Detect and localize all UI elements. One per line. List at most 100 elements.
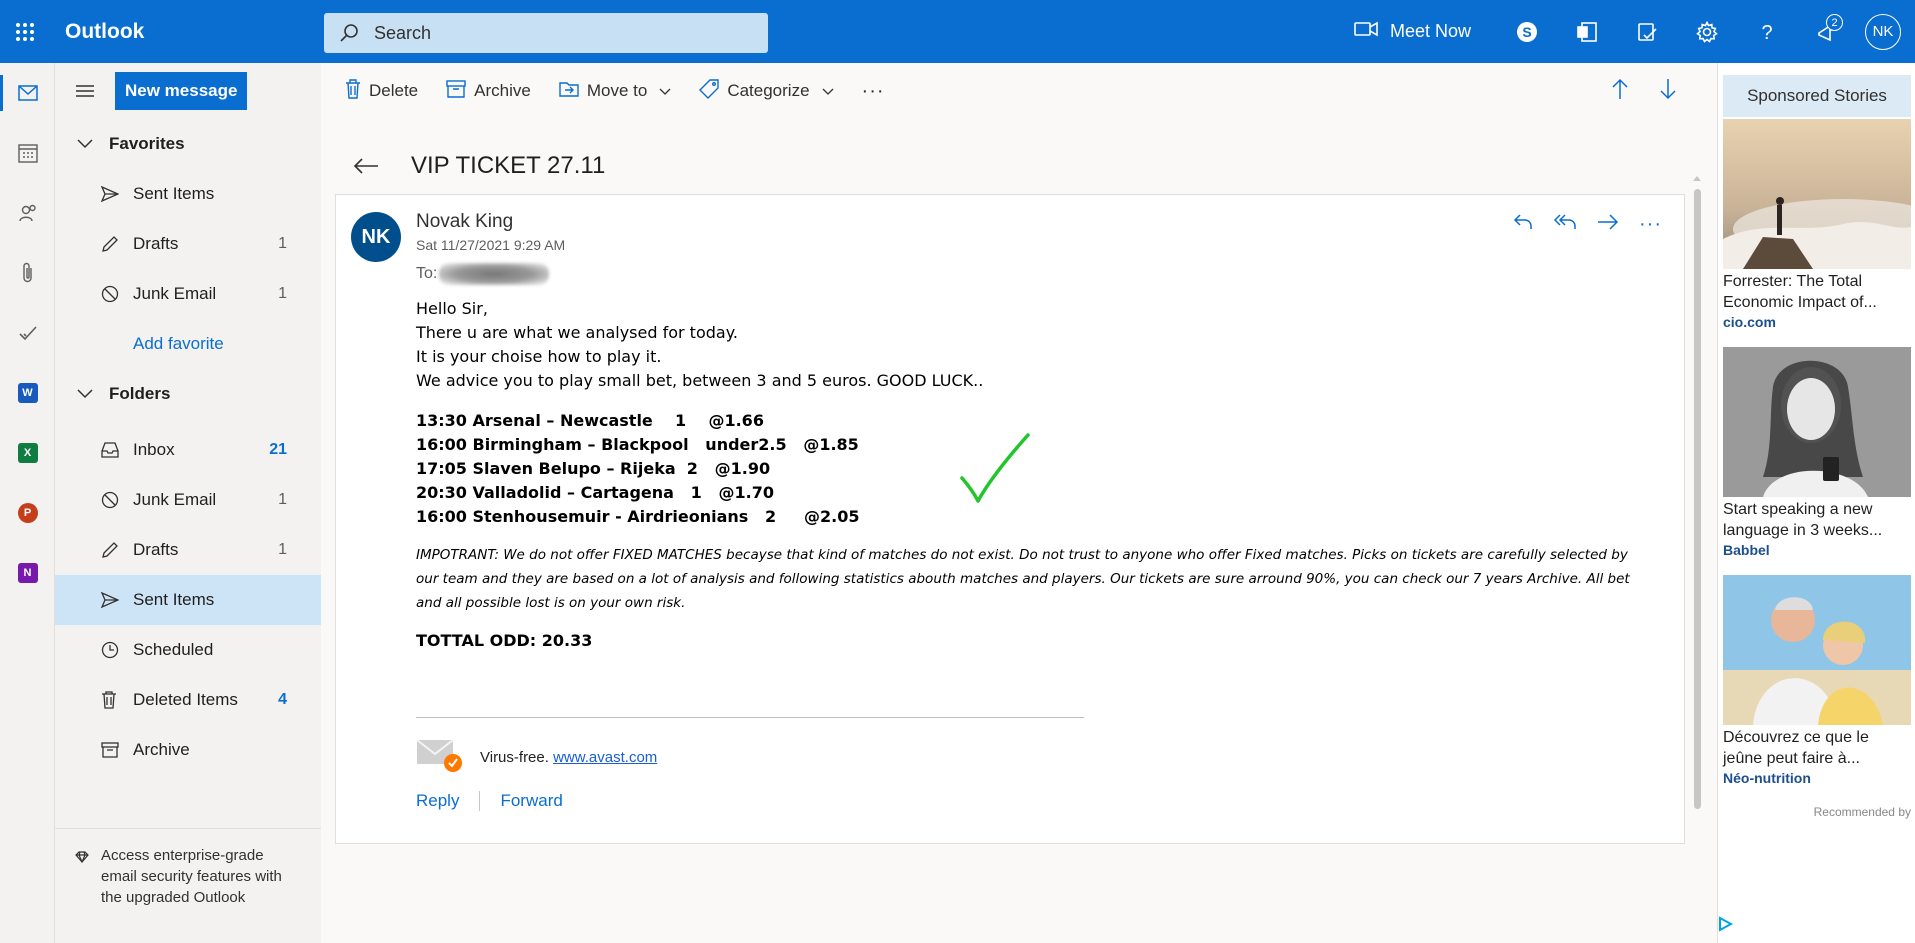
diamond-icon — [75, 845, 89, 943]
ad-title: Start speaking a new language in 3 weeks… — [1723, 501, 1883, 539]
greeting: Hello Sir, — [416, 299, 488, 318]
sender-avatar[interactable]: NK — [351, 212, 401, 262]
my-day-icon[interactable] — [1617, 0, 1677, 63]
folder-drafts[interactable]: Drafts 1 — [55, 525, 321, 575]
svg-text:S: S — [1522, 24, 1531, 40]
ad-item[interactable]: Découvrez ce que le jeûne peut faire à..… — [1723, 575, 1911, 786]
signature-divider — [416, 717, 1084, 718]
chevron-down-icon — [77, 384, 93, 404]
divider — [479, 791, 481, 811]
categorize-button[interactable]: Categorize — [699, 78, 833, 104]
app-title[interactable]: Outlook — [50, 20, 310, 44]
folder-deleted-items[interactable]: Deleted Items 4 — [55, 675, 321, 725]
more-options-icon[interactable]: ··· — [1639, 213, 1662, 236]
mail-icon[interactable] — [0, 63, 55, 123]
chevron-down-icon — [659, 81, 671, 101]
add-favorite-link[interactable]: Add favorite — [55, 319, 321, 369]
search-icon — [324, 23, 374, 43]
sender-name[interactable]: Novak King — [416, 211, 513, 233]
skype-icon[interactable]: S — [1497, 0, 1557, 63]
to-label: To: — [416, 265, 438, 282]
send-icon — [101, 186, 123, 202]
meet-now-label: Meet Now — [1389, 21, 1471, 41]
ad-item[interactable]: Forrester: The Total Economic Impact of.… — [1723, 119, 1911, 330]
office-feed-icon[interactable] — [1557, 0, 1617, 63]
chevron-down-icon — [77, 134, 93, 154]
back-arrow-icon[interactable] — [321, 157, 411, 175]
ad-source: Babbel — [1723, 542, 1770, 558]
command-bar: Delete Archive Move to Categorize ··· — [321, 63, 1717, 119]
settings-icon[interactable] — [1677, 0, 1737, 63]
calendar-icon[interactable] — [0, 123, 55, 183]
move-folder-icon — [559, 80, 579, 103]
move-to-button[interactable]: Move to — [559, 80, 671, 103]
scrollbar-thumb[interactable] — [1694, 189, 1701, 809]
folder-archive[interactable]: Archive — [55, 725, 321, 775]
sent-date: Sat 11/27/2021 9:29 AM — [416, 237, 566, 253]
forward-icon[interactable] — [1597, 213, 1619, 236]
message-card: NK Novak King Sat 11/27/2021 9:29 AM To:… — [335, 194, 1685, 844]
account-avatar[interactable]: NK — [1865, 13, 1901, 50]
redacted-recipient — [439, 263, 550, 285]
onenote-icon[interactable]: N — [0, 543, 55, 603]
arrow-up-icon[interactable] — [1611, 78, 1629, 105]
body-line: There u are what we analysed for today. — [416, 323, 738, 342]
total-odd: TOTTAL ODD: 20.33 — [416, 631, 593, 650]
send-icon — [101, 592, 123, 608]
adchoices-icon[interactable] — [1717, 916, 1733, 932]
more-actions-button[interactable]: ··· — [862, 80, 885, 103]
favorite-drafts[interactable]: Drafts 1 — [55, 219, 321, 269]
powerpoint-icon[interactable]: P — [0, 483, 55, 543]
body-line: It is your choise how to play it. — [416, 347, 662, 366]
archive-button[interactable]: Archive — [446, 79, 531, 103]
delete-button[interactable]: Delete — [345, 78, 418, 104]
folders-label: Folders — [109, 384, 171, 403]
folders-header[interactable]: Folders — [55, 369, 321, 419]
attachment-icon[interactable] — [0, 243, 55, 303]
help-icon[interactable]: ? — [1737, 0, 1797, 63]
notification-badge: 2 — [1826, 14, 1843, 31]
favorite-junk-email[interactable]: Junk Email 1 — [55, 269, 321, 319]
body-line: We advice you to play small bet, between… — [416, 371, 984, 390]
word-icon[interactable]: W — [0, 363, 55, 423]
folder-sent-items[interactable]: Sent Items — [55, 575, 321, 625]
arrow-down-icon[interactable] — [1659, 78, 1677, 105]
tag-icon — [699, 78, 720, 104]
scroll-up-icon[interactable] — [1692, 174, 1702, 182]
reply-all-icon[interactable] — [1553, 213, 1577, 236]
ad-source: Néo-nutrition — [1723, 770, 1811, 786]
reading-pane: VIP TICKET 27.11 NK Novak King Sat 11/27… — [321, 119, 1717, 943]
todo-icon[interactable] — [0, 303, 55, 363]
reply-button[interactable]: Reply — [416, 791, 459, 811]
search-box[interactable]: Search — [324, 13, 768, 53]
hamburger-menu-icon[interactable] — [55, 84, 115, 98]
excel-icon[interactable]: X — [0, 423, 55, 483]
blocked-icon — [101, 285, 123, 303]
sponsored-header: Sponsored Stories — [1723, 75, 1911, 117]
favorite-sent-items[interactable]: Sent Items — [55, 169, 321, 219]
avast-envelope-icon — [416, 738, 462, 776]
avast-link[interactable]: www.avast.com — [553, 749, 657, 766]
favorites-label: Favorites — [109, 134, 185, 153]
video-camera-icon — [1354, 21, 1378, 42]
people-icon[interactable] — [0, 183, 55, 243]
folder-junk-email[interactable]: Junk Email 1 — [55, 475, 321, 525]
app-launcher-icon[interactable] — [0, 0, 50, 63]
ad-item[interactable]: Start speaking a new language in 3 weeks… — [1723, 347, 1911, 558]
blocked-icon — [101, 491, 123, 509]
top-bar: Outlook Search Meet Now S ? 2 NK — [0, 0, 1915, 63]
forward-button[interactable]: Forward — [500, 791, 562, 811]
ad-image-woman-phone — [1723, 347, 1911, 497]
recommended-by-label[interactable]: Recommended by — [1814, 805, 1911, 819]
reading-scrollbar[interactable] — [1692, 169, 1702, 943]
folder-scheduled[interactable]: Scheduled — [55, 625, 321, 675]
folder-inbox[interactable]: Inbox 21 — [55, 425, 321, 475]
notifications-icon[interactable]: 2 — [1797, 0, 1857, 63]
meet-now-button[interactable]: Meet Now — [1354, 21, 1471, 42]
app-rail: W X P N — [0, 63, 55, 943]
new-message-button[interactable]: New message — [115, 72, 248, 110]
favorites-header[interactable]: Favorites — [55, 119, 321, 169]
upsell-banner[interactable]: Access enterprise-grade email security f… — [55, 828, 321, 943]
inbox-icon — [101, 442, 123, 458]
reply-icon[interactable] — [1513, 213, 1533, 236]
